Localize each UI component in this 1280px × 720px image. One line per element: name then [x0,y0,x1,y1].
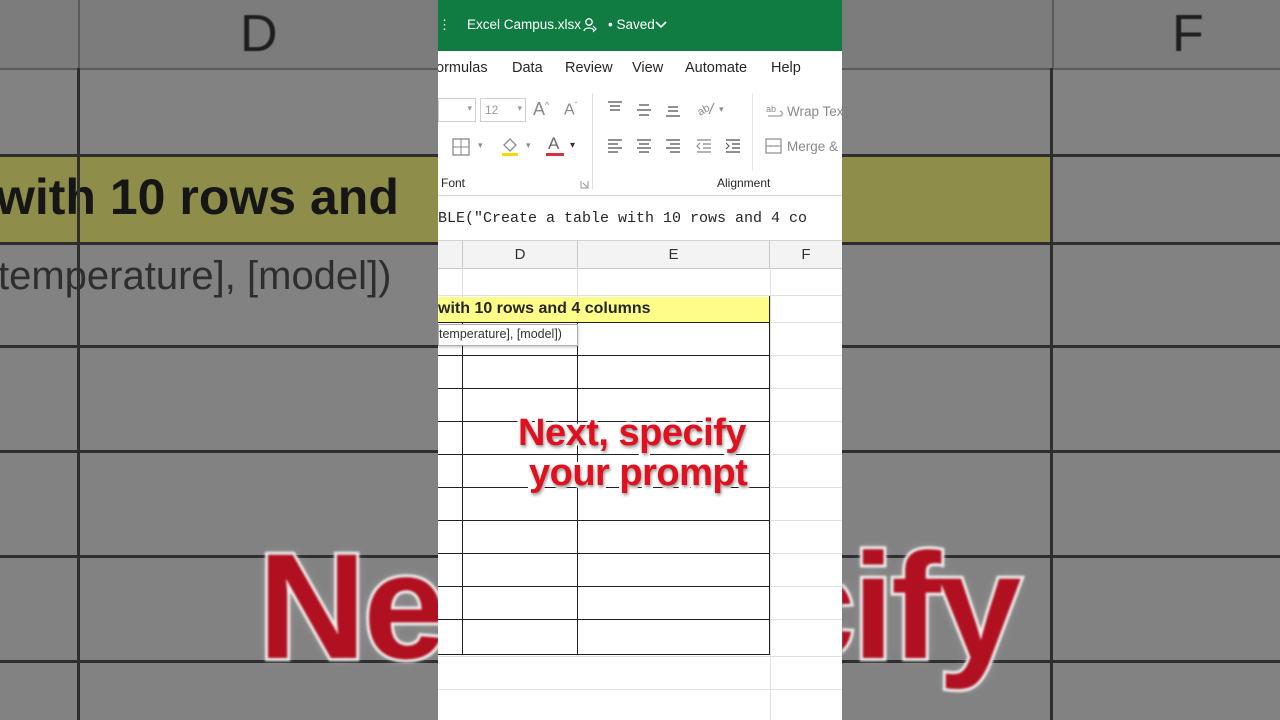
column-header-d[interactable]: D [463,241,578,268]
table-border [438,654,770,655]
table-border [438,586,770,587]
chevron-down-icon: ▾ [517,103,522,113]
tab-help[interactable]: Help [771,60,801,76]
formula-tooltip-text: temperature], [model]) [439,327,562,341]
table-border [438,619,770,620]
gridline [770,520,842,521]
font-size-value: 12 [485,103,499,117]
title-bar: ⋮ Excel Campus.xlsx • Saved [438,0,842,51]
formula-bar[interactable]: BLE("Create a table with 10 rows and 4 c… [438,196,842,241]
bg-column-header-f [1054,0,1280,70]
table-border [438,553,770,554]
gridline [438,656,842,657]
gridline [770,553,842,554]
gridline [770,355,842,356]
chevron-down-icon[interactable]: ▾ [719,104,724,115]
group-label-alignment: Alignment [717,176,771,190]
bg-column-letter-d: D [240,5,278,63]
align-middle-icon[interactable] [636,103,652,117]
chevron-down-icon[interactable]: ▾ [570,140,575,151]
table-border [438,322,770,323]
video-caption: Next, specify your prompt [0,409,1280,502]
align-top-icon[interactable] [607,101,623,115]
bg-heading-text: with 10 rows and [0,169,399,225]
font-color-icon[interactable]: A [546,134,564,158]
gridline [770,586,842,587]
font-name-dropdown[interactable]: ▾ [438,98,476,122]
table-border [438,520,770,521]
formula-tooltip: temperature], [model]) [438,324,578,346]
gridline [438,295,842,296]
gridline [577,268,578,298]
orientation-icon[interactable]: ab [696,99,716,117]
gridline [462,268,463,298]
font-size-dropdown[interactable]: 12 ▾ [480,98,526,122]
save-status[interactable]: • Saved [608,17,655,32]
gridline [438,689,842,690]
merge-center-label[interactable]: Merge & [787,139,838,154]
table-header-text: with 10 rows and 4 columns [438,300,651,317]
bg-yellow-band-right [842,156,1052,242]
column-header-c[interactable] [438,241,463,268]
table-border [438,355,770,356]
group-divider [752,93,753,171]
bg-gridline [77,68,80,720]
align-left-icon[interactable] [607,139,623,153]
increase-indent-icon[interactable] [725,139,741,153]
align-right-icon[interactable] [665,139,681,153]
caption-line-2: your prompt [526,449,751,497]
svg-text:ab: ab [766,104,776,114]
bg-column-letter-f: F [1172,5,1204,63]
group-divider [592,93,593,189]
file-name[interactable]: Excel Campus.xlsx [467,17,581,32]
excel-window: ⋮ Excel Campus.xlsx • Saved ormulas Data… [438,0,842,720]
tab-view[interactable]: View [632,60,663,76]
column-header-e[interactable]: E [578,241,770,268]
tab-data[interactable]: Data [512,60,543,76]
column-headers: D E F [438,241,842,269]
dialog-launcher-icon[interactable] [580,180,589,189]
align-bottom-icon[interactable] [665,103,681,117]
formula-text[interactable]: BLE("Create a table with 10 rows and 4 c… [438,210,807,227]
ribbon-tabs: ormulas Data Review View Automate Help [438,51,842,87]
bg-formula-text: temperature], [model]) [0,254,392,298]
caption-line-1: Next, specify [515,409,749,457]
bg-caption-fragment-right-text: cify [842,520,1024,693]
decrease-indent-icon[interactable] [696,139,712,153]
gridline [770,619,842,620]
tab-review[interactable]: Review [565,60,613,76]
wrap-text-icon[interactable]: ab [766,103,784,119]
ribbon-home: ▾ 12 ▾ A^ Aˇ ▾ ▾ A ▾ ab ▾ ab Wrap Text M… [438,87,842,196]
chevron-down-icon[interactable]: ▾ [526,140,531,151]
table-header-cell[interactable]: with 10 rows and 4 columns [438,297,770,322]
gridline [770,388,842,389]
svg-text:ab: ab [696,102,712,117]
table-border [438,388,770,389]
people-share-icon[interactable] [583,17,597,33]
bg-caption-fragment-right: cify [842,520,1280,693]
bg-column-header-e [842,0,1054,70]
column-header-f[interactable]: F [770,241,842,268]
tab-automate[interactable]: Automate [685,60,747,76]
chevron-down-icon[interactable] [655,20,667,30]
borders-icon[interactable] [452,138,470,156]
wrap-text-label[interactable]: Wrap Text [787,104,842,119]
group-label-font: Font [441,176,466,190]
merge-icon[interactable] [765,138,782,154]
fill-color-icon[interactable] [500,135,520,157]
chevron-down-icon[interactable]: ▾ [478,140,483,151]
chevron-down-icon: ▾ [467,103,472,113]
font-shrink-icon[interactable]: Aˇ [564,101,577,119]
align-center-icon[interactable] [636,139,652,153]
bg-column-header-c [0,0,80,70]
menu-overflow-icon[interactable]: ⋮ [438,17,451,33]
gridline [770,322,842,323]
tab-formulas[interactable]: ormulas [438,60,488,76]
font-grow-icon[interactable]: A^ [533,99,549,120]
